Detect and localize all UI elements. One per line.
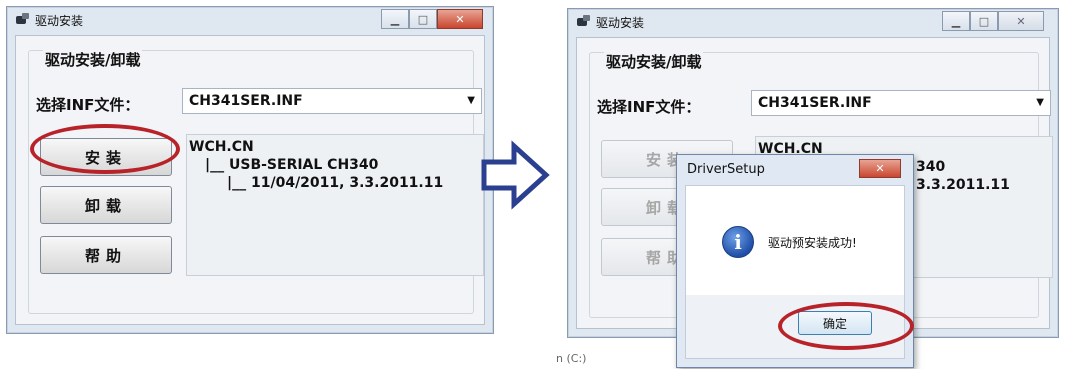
help-button[interactable]: 帮助 [40, 236, 172, 274]
highlight-install-ellipse [30, 124, 180, 174]
title-bar: 驱动安装 ▁ □ ✕ [568, 9, 1058, 35]
info-icon: i [722, 226, 754, 258]
tree-device: |__ USB-SERIAL CH340 [205, 157, 379, 173]
inf-label: 选择INF文件： [36, 96, 140, 114]
driver-tree: WCH.CN |__ USB-SERIAL CH340 |__ 11/04/20… [186, 134, 484, 276]
tree-device: 340 [916, 159, 946, 175]
group-title: 驱动安装/卸载 [604, 51, 704, 72]
inf-label: 选择INF文件： [597, 98, 701, 116]
tree-root: WCH.CN [189, 139, 254, 155]
inf-select[interactable]: CH341SER.INF ▼ [182, 88, 482, 114]
dialog-title: DriverSetup [687, 162, 765, 177]
dialog-close-icon[interactable]: ✕ [859, 159, 901, 178]
maximize-icon[interactable]: □ [970, 11, 998, 31]
group-title: 驱动安装/卸载 [43, 49, 143, 70]
uninstall-button[interactable]: 卸载 [40, 186, 172, 224]
inf-select-value: CH341SER.INF [189, 93, 303, 109]
maximize-icon[interactable]: □ [409, 9, 437, 29]
tree-version: |__ 11/04/2011, 3.3.2011.11 [227, 175, 444, 191]
window-title: 驱动安装 [35, 14, 84, 28]
chevron-down-icon[interactable]: ▼ [1036, 97, 1044, 108]
chevron-down-icon[interactable]: ▼ [467, 95, 475, 106]
dialog-message: 驱动预安装成功! [768, 236, 857, 250]
inf-select-value: CH341SER.INF [758, 95, 872, 111]
minimize-icon[interactable]: ▁ [381, 9, 409, 29]
dialog-body: i 驱动预安装成功! [685, 185, 905, 297]
close-icon[interactable]: ✕ [437, 9, 483, 29]
right-arrow-icon [481, 140, 550, 210]
tree-version: 3.3.2011.11 [916, 177, 1010, 193]
highlight-ok-ellipse [778, 302, 914, 350]
inf-select[interactable]: CH341SER.INF ▼ [751, 90, 1051, 116]
background-drive-label: n (C:) [556, 352, 587, 365]
window-controls: ▁ □ ✕ [381, 9, 483, 29]
window-controls: ▁ □ ✕ [942, 11, 1044, 31]
minimize-icon[interactable]: ▁ [942, 11, 970, 31]
close-icon[interactable]: ✕ [998, 11, 1044, 31]
window-title: 驱动安装 [596, 16, 645, 30]
title-bar: 驱动安装 ▁ □ ✕ [7, 7, 493, 33]
window-client: 驱动安装/卸载 选择INF文件： CH341SER.INF ▼ 安装 卸载 帮助… [15, 35, 485, 325]
app-icon [15, 13, 31, 27]
app-icon [576, 15, 592, 29]
